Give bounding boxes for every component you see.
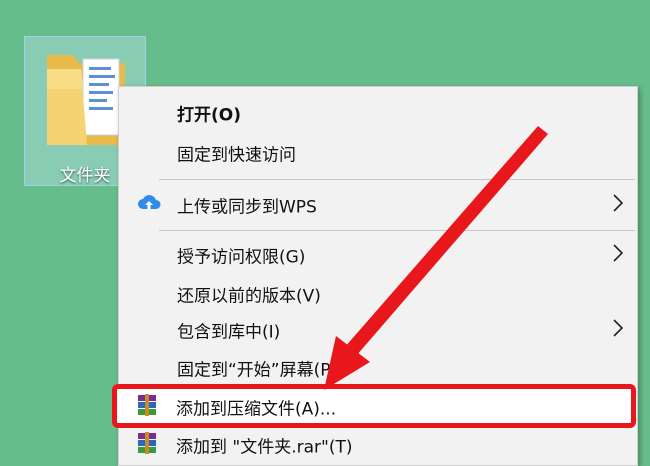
red-arrow-annotation [324, 126, 548, 390]
desktop: 文件夹 打开(O) 固定到快速访问 上传或同步到WPS 授予访问权限(G) 还原… [0, 0, 650, 466]
